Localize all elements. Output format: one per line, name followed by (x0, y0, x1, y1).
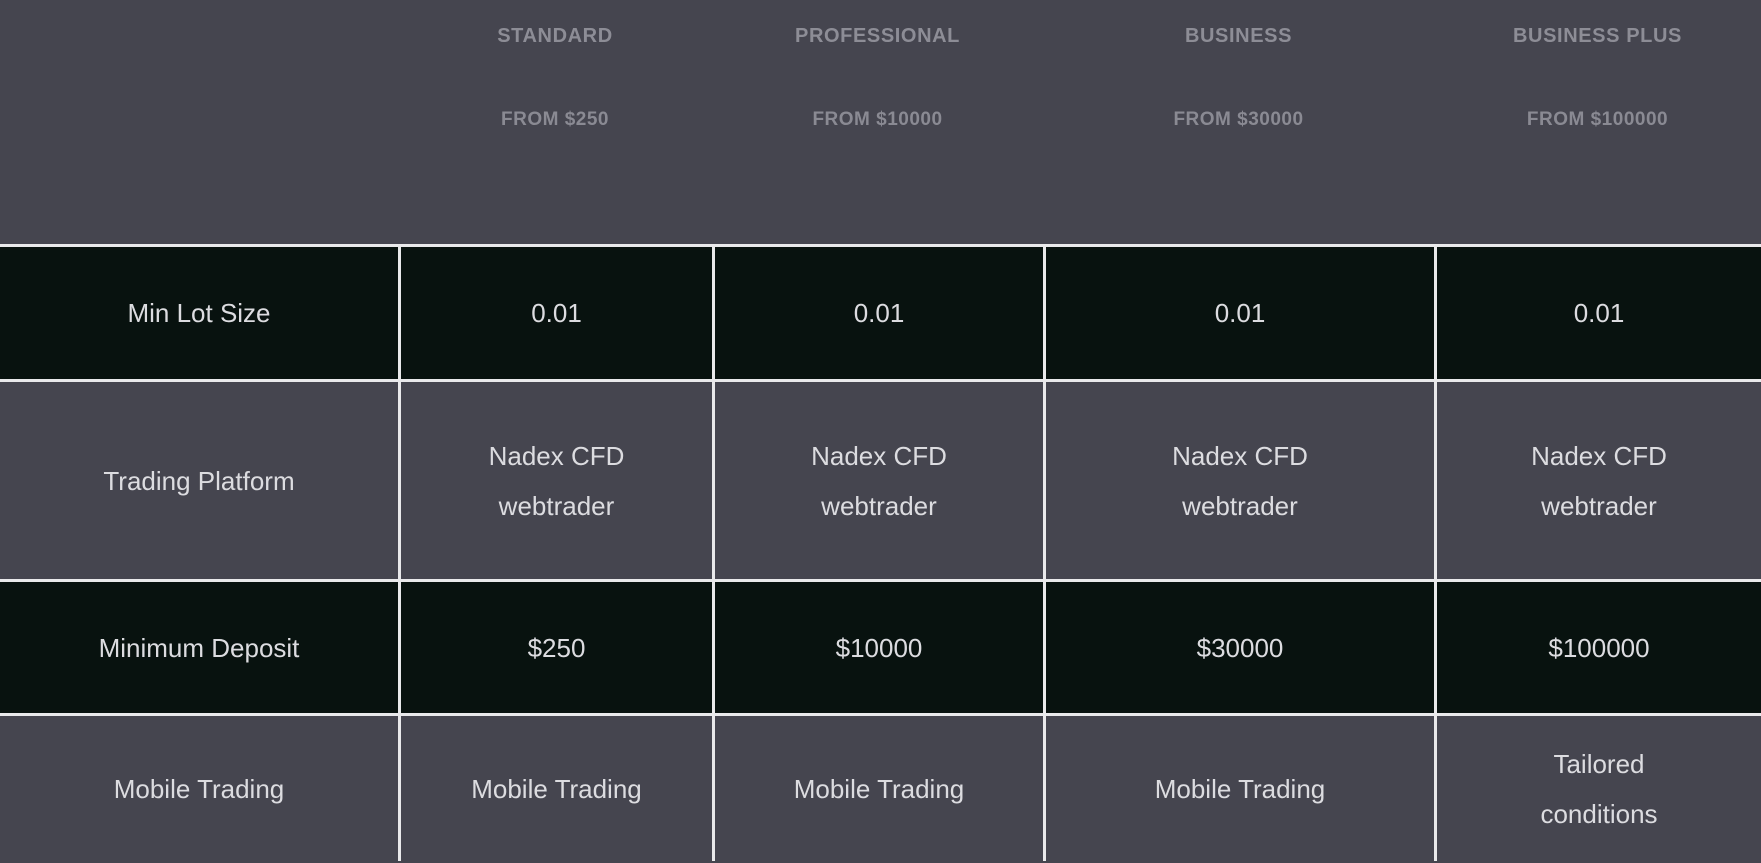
cell-mobile-trading-business-plus: Tailored conditions (1434, 716, 1761, 861)
header-cell-business-plus[interactable]: BUSINESS PLUS FROM $100000 (1434, 0, 1761, 244)
row-label-trading-platform: Trading Platform (0, 382, 398, 579)
plan-name-professional: PROFESSIONAL (795, 25, 960, 47)
header-cell-professional[interactable]: PROFESSIONAL FROM $10000 (712, 0, 1043, 244)
plan-name-business-plus: BUSINESS PLUS (1513, 25, 1682, 47)
cell-text: Minimum Deposit (98, 632, 300, 663)
account-comparison-table: STANDARD FROM $250 PROFESSIONAL FROM $10… (0, 0, 1761, 863)
cell-text: Nadex CFD webtrader (1531, 440, 1667, 521)
cell-min-lot-size-standard: 0.01 (398, 247, 712, 379)
plan-from-professional: FROM $10000 (812, 109, 943, 130)
table-row: Mobile Trading Mobile Trading Mobile Tra… (0, 713, 1761, 861)
plan-from-business-plus: FROM $100000 (1526, 109, 1669, 130)
cell-text: $100000 (1548, 632, 1650, 663)
cell-trading-platform-professional: Nadex CFD webtrader (712, 382, 1043, 579)
cell-mobile-trading-business: Mobile Trading (1043, 716, 1434, 861)
cell-text: 0.01 (853, 298, 905, 328)
table-row: Min Lot Size 0.01 0.01 0.01 0.01 (0, 244, 1761, 379)
cell-trading-platform-business-plus: Nadex CFD webtrader (1434, 382, 1761, 579)
cell-minimum-deposit-standard: $250 (398, 582, 712, 713)
cell-text: 0.01 (1573, 298, 1625, 328)
cell-text: Nadex CFD webtrader (1172, 440, 1308, 521)
header-cell-business[interactable]: BUSINESS FROM $30000 (1043, 0, 1434, 244)
cell-text: Min Lot Size (127, 298, 271, 328)
cell-text: Mobile Trading (113, 773, 285, 804)
cell-text: Nadex CFD webtrader (488, 440, 625, 521)
plan-from-standard: FROM $250 (501, 109, 609, 130)
plan-name-standard: STANDARD (497, 25, 613, 47)
row-label-minimum-deposit: Minimum Deposit (0, 582, 398, 713)
cell-text: Mobile Trading (793, 773, 965, 804)
cell-minimum-deposit-professional: $10000 (712, 582, 1043, 713)
cell-text: 0.01 (1214, 298, 1266, 328)
cell-mobile-trading-standard: Mobile Trading (398, 716, 712, 861)
table-body: Min Lot Size 0.01 0.01 0.01 0.01 Trading… (0, 244, 1761, 863)
row-label-mobile-trading: Mobile Trading (0, 716, 398, 861)
cell-text: Nadex CFD webtrader (811, 440, 947, 521)
table-row: Trading Platform Nadex CFD webtrader Nad… (0, 379, 1761, 579)
plan-from-business: FROM $30000 (1173, 109, 1304, 130)
cell-min-lot-size-business: 0.01 (1043, 247, 1434, 379)
header-cell-label-column (0, 0, 398, 244)
plan-name-business: BUSINESS (1184, 25, 1293, 47)
cell-minimum-deposit-business: $30000 (1043, 582, 1434, 713)
cell-mobile-trading-professional: Mobile Trading (712, 716, 1043, 861)
cell-text: Mobile Trading (1154, 773, 1326, 804)
cell-text: Tailored conditions (1540, 748, 1658, 829)
table-header-band: STANDARD FROM $250 PROFESSIONAL FROM $10… (0, 0, 1761, 244)
cell-text: 0.01 (531, 298, 582, 328)
cell-min-lot-size-professional: 0.01 (712, 247, 1043, 379)
cell-text: Mobile Trading (471, 773, 642, 804)
header-cell-standard[interactable]: STANDARD FROM $250 (398, 0, 712, 244)
cell-text: $10000 (835, 632, 923, 663)
cell-min-lot-size-business-plus: 0.01 (1434, 247, 1761, 379)
cell-text: $250 (527, 632, 586, 663)
cell-text: Trading Platform (103, 465, 295, 496)
cell-trading-platform-standard: Nadex CFD webtrader (398, 382, 712, 579)
row-label-min-lot-size: Min Lot Size (0, 247, 398, 379)
cell-text: $30000 (1196, 632, 1284, 663)
cell-minimum-deposit-business-plus: $100000 (1434, 582, 1761, 713)
table-row: Minimum Deposit $250 $10000 $30000 $1000… (0, 579, 1761, 713)
cell-trading-platform-business: Nadex CFD webtrader (1043, 382, 1434, 579)
